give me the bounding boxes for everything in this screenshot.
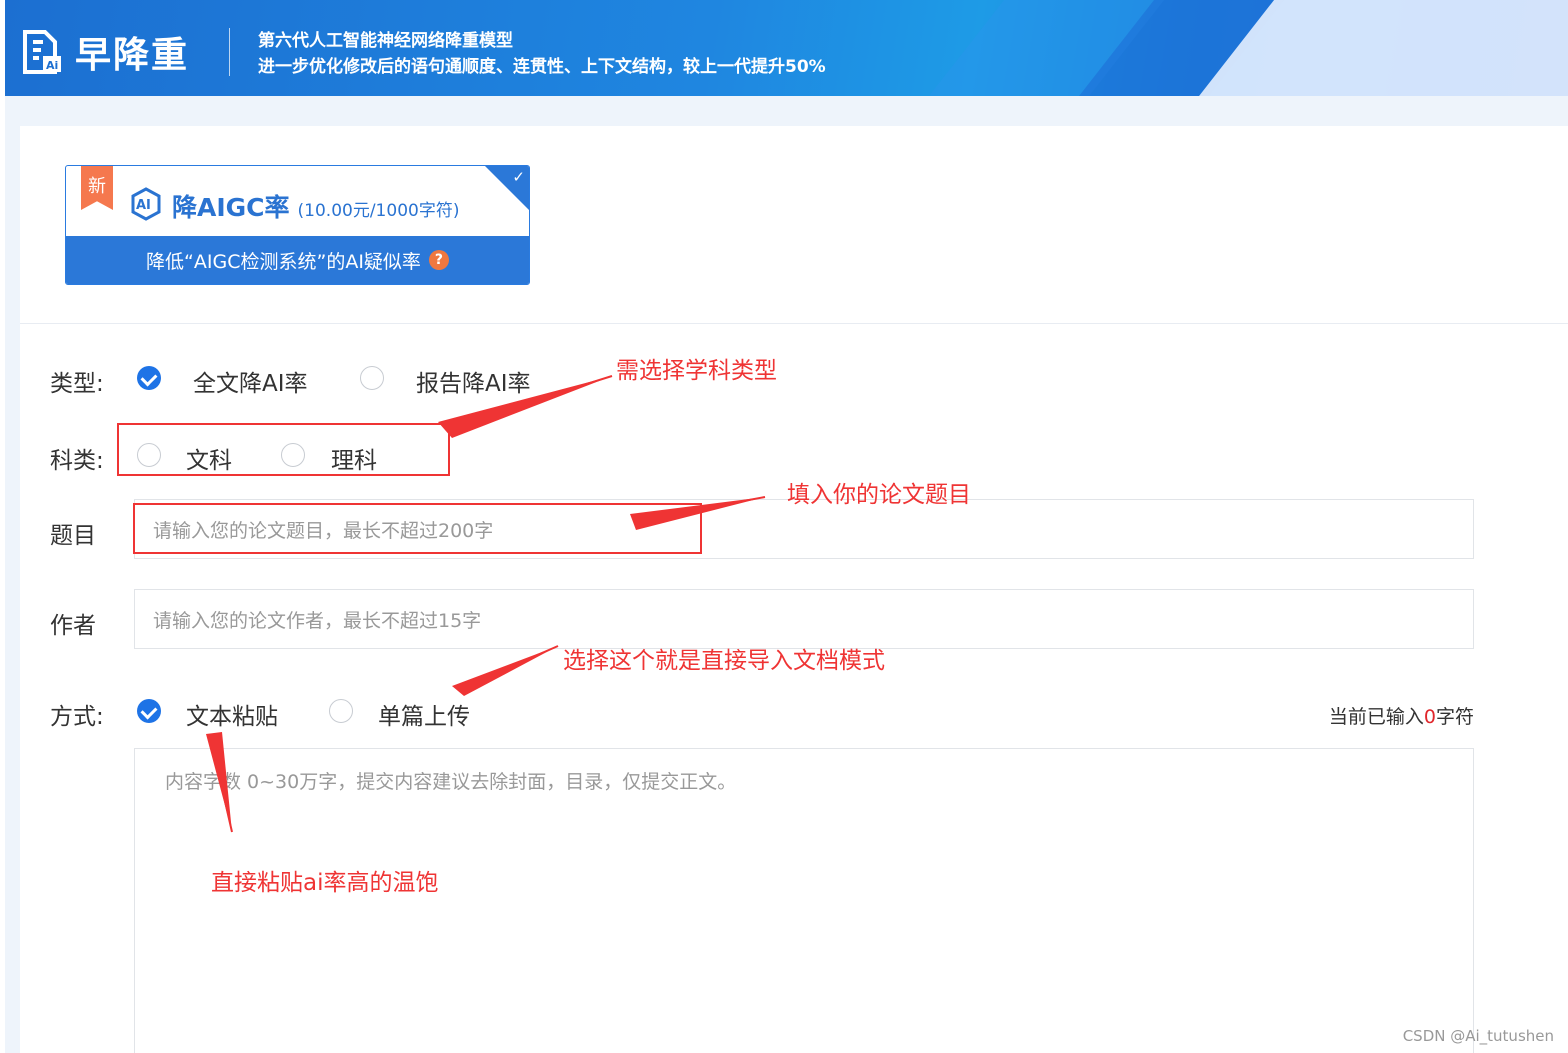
watermark: CSDN @Ai_tutushen xyxy=(1402,1027,1554,1045)
annotation-title-note: 填入你的论文题目 xyxy=(787,482,971,508)
annotation-upload-note: 选择这个就是直接导入文档模式 xyxy=(563,648,885,674)
annotation-subject-note: 需选择学科类型 xyxy=(616,358,777,384)
annotation-paste-note: 直接粘贴ai率高的温饱 xyxy=(211,870,439,896)
